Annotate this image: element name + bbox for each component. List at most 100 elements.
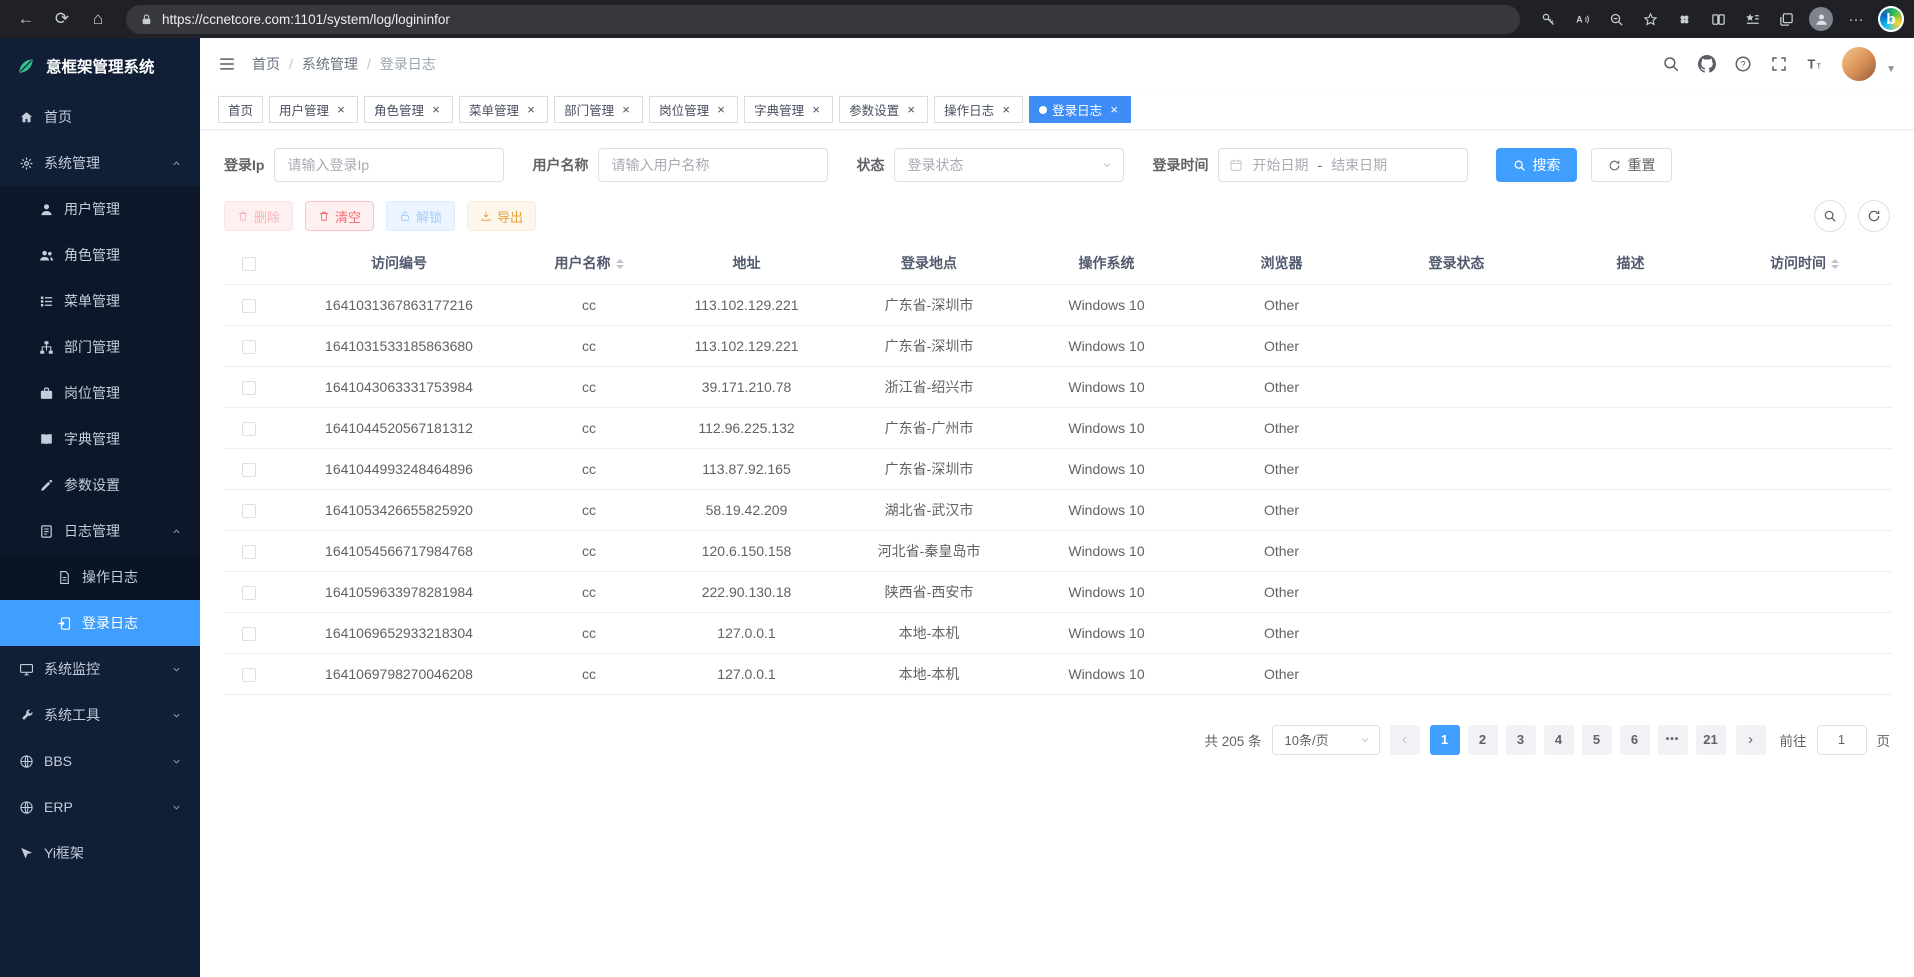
sidebar-item-bbs[interactable]: BBS xyxy=(0,738,200,784)
page-button-4[interactable]: 4 xyxy=(1544,725,1574,755)
sidebar-item-user-management[interactable]: 用户管理 xyxy=(0,186,200,232)
tab-close-icon[interactable]: × xyxy=(1107,103,1121,117)
prev-page-button[interactable]: ‹ xyxy=(1390,725,1420,755)
row-checkbox[interactable] xyxy=(242,299,256,313)
tab-post-management[interactable]: 岗位管理× xyxy=(649,96,738,123)
row-checkbox[interactable] xyxy=(242,504,256,518)
sidebar-item-system-tools[interactable]: 系统工具 xyxy=(0,692,200,738)
key-icon[interactable] xyxy=(1532,4,1564,34)
sidebar-item-post-management[interactable]: 岗位管理 xyxy=(0,370,200,416)
url-bar[interactable]: https://ccnetcore.com:1101/system/log/lo… xyxy=(126,5,1520,34)
sidebar-item-system-management[interactable]: 系统管理 xyxy=(0,140,200,186)
select-all-checkbox[interactable] xyxy=(242,257,256,271)
tab-operation-log[interactable]: 操作日志× xyxy=(934,96,1023,123)
row-checkbox[interactable] xyxy=(242,668,256,682)
tab-close-icon[interactable]: × xyxy=(714,103,728,117)
refresh-table-button[interactable] xyxy=(1858,200,1890,232)
split-screen-icon[interactable] xyxy=(1702,4,1734,34)
favorites-icon[interactable] xyxy=(1634,4,1666,34)
unlock-button[interactable]: 解锁 xyxy=(386,201,455,231)
row-checkbox[interactable] xyxy=(242,586,256,600)
github-icon[interactable] xyxy=(1698,55,1716,73)
avatar-caret-icon[interactable]: ▼ xyxy=(1886,64,1896,81)
status-select[interactable]: 登录状态 xyxy=(894,148,1124,182)
row-checkbox[interactable] xyxy=(242,463,256,477)
page-size-select[interactable]: 10条/页 xyxy=(1272,725,1380,755)
browser-profile-avatar[interactable] xyxy=(1809,7,1833,31)
tab-role-management[interactable]: 角色管理× xyxy=(364,96,453,123)
sidebar-item-role-management[interactable]: 角色管理 xyxy=(0,232,200,278)
search-icon[interactable] xyxy=(1662,55,1680,73)
page-ellipsis[interactable]: ••• xyxy=(1658,725,1688,755)
row-checkbox[interactable] xyxy=(242,545,256,559)
tab-home[interactable]: 首页 xyxy=(218,96,263,123)
tab-close-icon[interactable]: × xyxy=(429,103,443,117)
favorites-list-icon[interactable] xyxy=(1736,4,1768,34)
breadcrumb-system-management[interactable]: 系统管理 xyxy=(302,54,358,74)
tab-close-icon[interactable]: × xyxy=(999,103,1013,117)
fullscreen-icon[interactable] xyxy=(1770,55,1788,73)
sidebar-item-operation-log[interactable]: 操作日志 xyxy=(0,554,200,600)
col-access-time[interactable]: 访问时间 xyxy=(1717,242,1892,284)
sidebar-item-log-management[interactable]: 日志管理 xyxy=(0,508,200,554)
col-user-name[interactable]: 用户名称 xyxy=(524,242,654,284)
goto-page-input[interactable] xyxy=(1817,725,1867,755)
search-button[interactable]: 搜索 xyxy=(1496,148,1577,182)
sidebar-item-home[interactable]: 首页 xyxy=(0,94,200,140)
show-search-toggle-button[interactable] xyxy=(1814,200,1846,232)
row-checkbox[interactable] xyxy=(242,627,256,641)
tab-close-icon[interactable]: × xyxy=(524,103,538,117)
page-button-1[interactable]: 1 xyxy=(1430,725,1460,755)
login-time-range-picker[interactable]: 开始日期 - 结束日期 xyxy=(1218,148,1468,182)
tab-user-management[interactable]: 用户管理× xyxy=(269,96,358,123)
next-page-button[interactable]: › xyxy=(1736,725,1766,755)
browser-home-button[interactable]: ⌂ xyxy=(82,4,114,34)
read-aloud-icon[interactable]: A xyxy=(1566,4,1598,34)
tab-close-icon[interactable]: × xyxy=(619,103,633,117)
page-button-2[interactable]: 2 xyxy=(1468,725,1498,755)
row-checkbox[interactable] xyxy=(242,381,256,395)
tab-close-icon[interactable]: × xyxy=(809,103,823,117)
sidebar-item-login-log[interactable]: 登录日志 xyxy=(0,600,200,646)
delete-button[interactable]: 删除 xyxy=(224,201,293,231)
user-name-input[interactable] xyxy=(598,148,828,182)
clear-button[interactable]: 清空 xyxy=(305,201,374,231)
zoom-out-icon[interactable] xyxy=(1600,4,1632,34)
row-checkbox[interactable] xyxy=(242,422,256,436)
page-button-5[interactable]: 5 xyxy=(1582,725,1612,755)
back-button[interactable]: ← xyxy=(10,4,42,34)
sidebar-item-yi-framework[interactable]: Yi框架 xyxy=(0,830,200,876)
user-avatar[interactable] xyxy=(1842,47,1876,81)
sidebar-item-system-monitor[interactable]: 系统监控 xyxy=(0,646,200,692)
browser-settings-icon[interactable]: ··· xyxy=(1840,4,1872,34)
collapse-sidebar-icon[interactable] xyxy=(218,55,236,73)
tab-menu-management[interactable]: 菜单管理× xyxy=(459,96,548,123)
sidebar-item-erp[interactable]: ERP xyxy=(0,784,200,830)
row-checkbox[interactable] xyxy=(242,340,256,354)
breadcrumb-home[interactable]: 首页 xyxy=(252,54,280,74)
tab-login-log[interactable]: 登录日志× xyxy=(1029,96,1131,123)
reset-button[interactable]: 重置 xyxy=(1591,148,1672,182)
tab-param-settings[interactable]: 参数设置× xyxy=(839,96,928,123)
page-button-3[interactable]: 3 xyxy=(1506,725,1536,755)
page-button-21[interactable]: 21 xyxy=(1696,725,1726,755)
page-button-6[interactable]: 6 xyxy=(1620,725,1650,755)
login-ip-input[interactable] xyxy=(274,148,504,182)
refresh-page-button[interactable]: ⟳ xyxy=(46,4,78,34)
sidebar-item-dept-management[interactable]: 部门管理 xyxy=(0,324,200,370)
help-icon[interactable]: ? xyxy=(1734,55,1752,73)
tab-dept-management[interactable]: 部门管理× xyxy=(554,96,643,123)
browser-essentials-icon[interactable] xyxy=(1668,4,1700,34)
tab-dict-management[interactable]: 字典管理× xyxy=(744,96,833,123)
collections-icon[interactable] xyxy=(1770,4,1802,34)
sort-icon[interactable] xyxy=(1831,255,1839,273)
export-button[interactable]: 导出 xyxy=(467,201,536,231)
sidebar-item-dict-management[interactable]: 字典管理 xyxy=(0,416,200,462)
tab-close-icon[interactable]: × xyxy=(334,103,348,117)
tab-close-icon[interactable]: × xyxy=(904,103,918,117)
url-text[interactable]: https://ccnetcore.com:1101/system/log/lo… xyxy=(162,12,450,27)
font-size-icon[interactable]: TT xyxy=(1806,55,1824,73)
app-logo[interactable]: 意框架管理系统 xyxy=(0,38,200,94)
lock-icon[interactable] xyxy=(140,13,153,26)
sidebar-item-menu-management[interactable]: 菜单管理 xyxy=(0,278,200,324)
